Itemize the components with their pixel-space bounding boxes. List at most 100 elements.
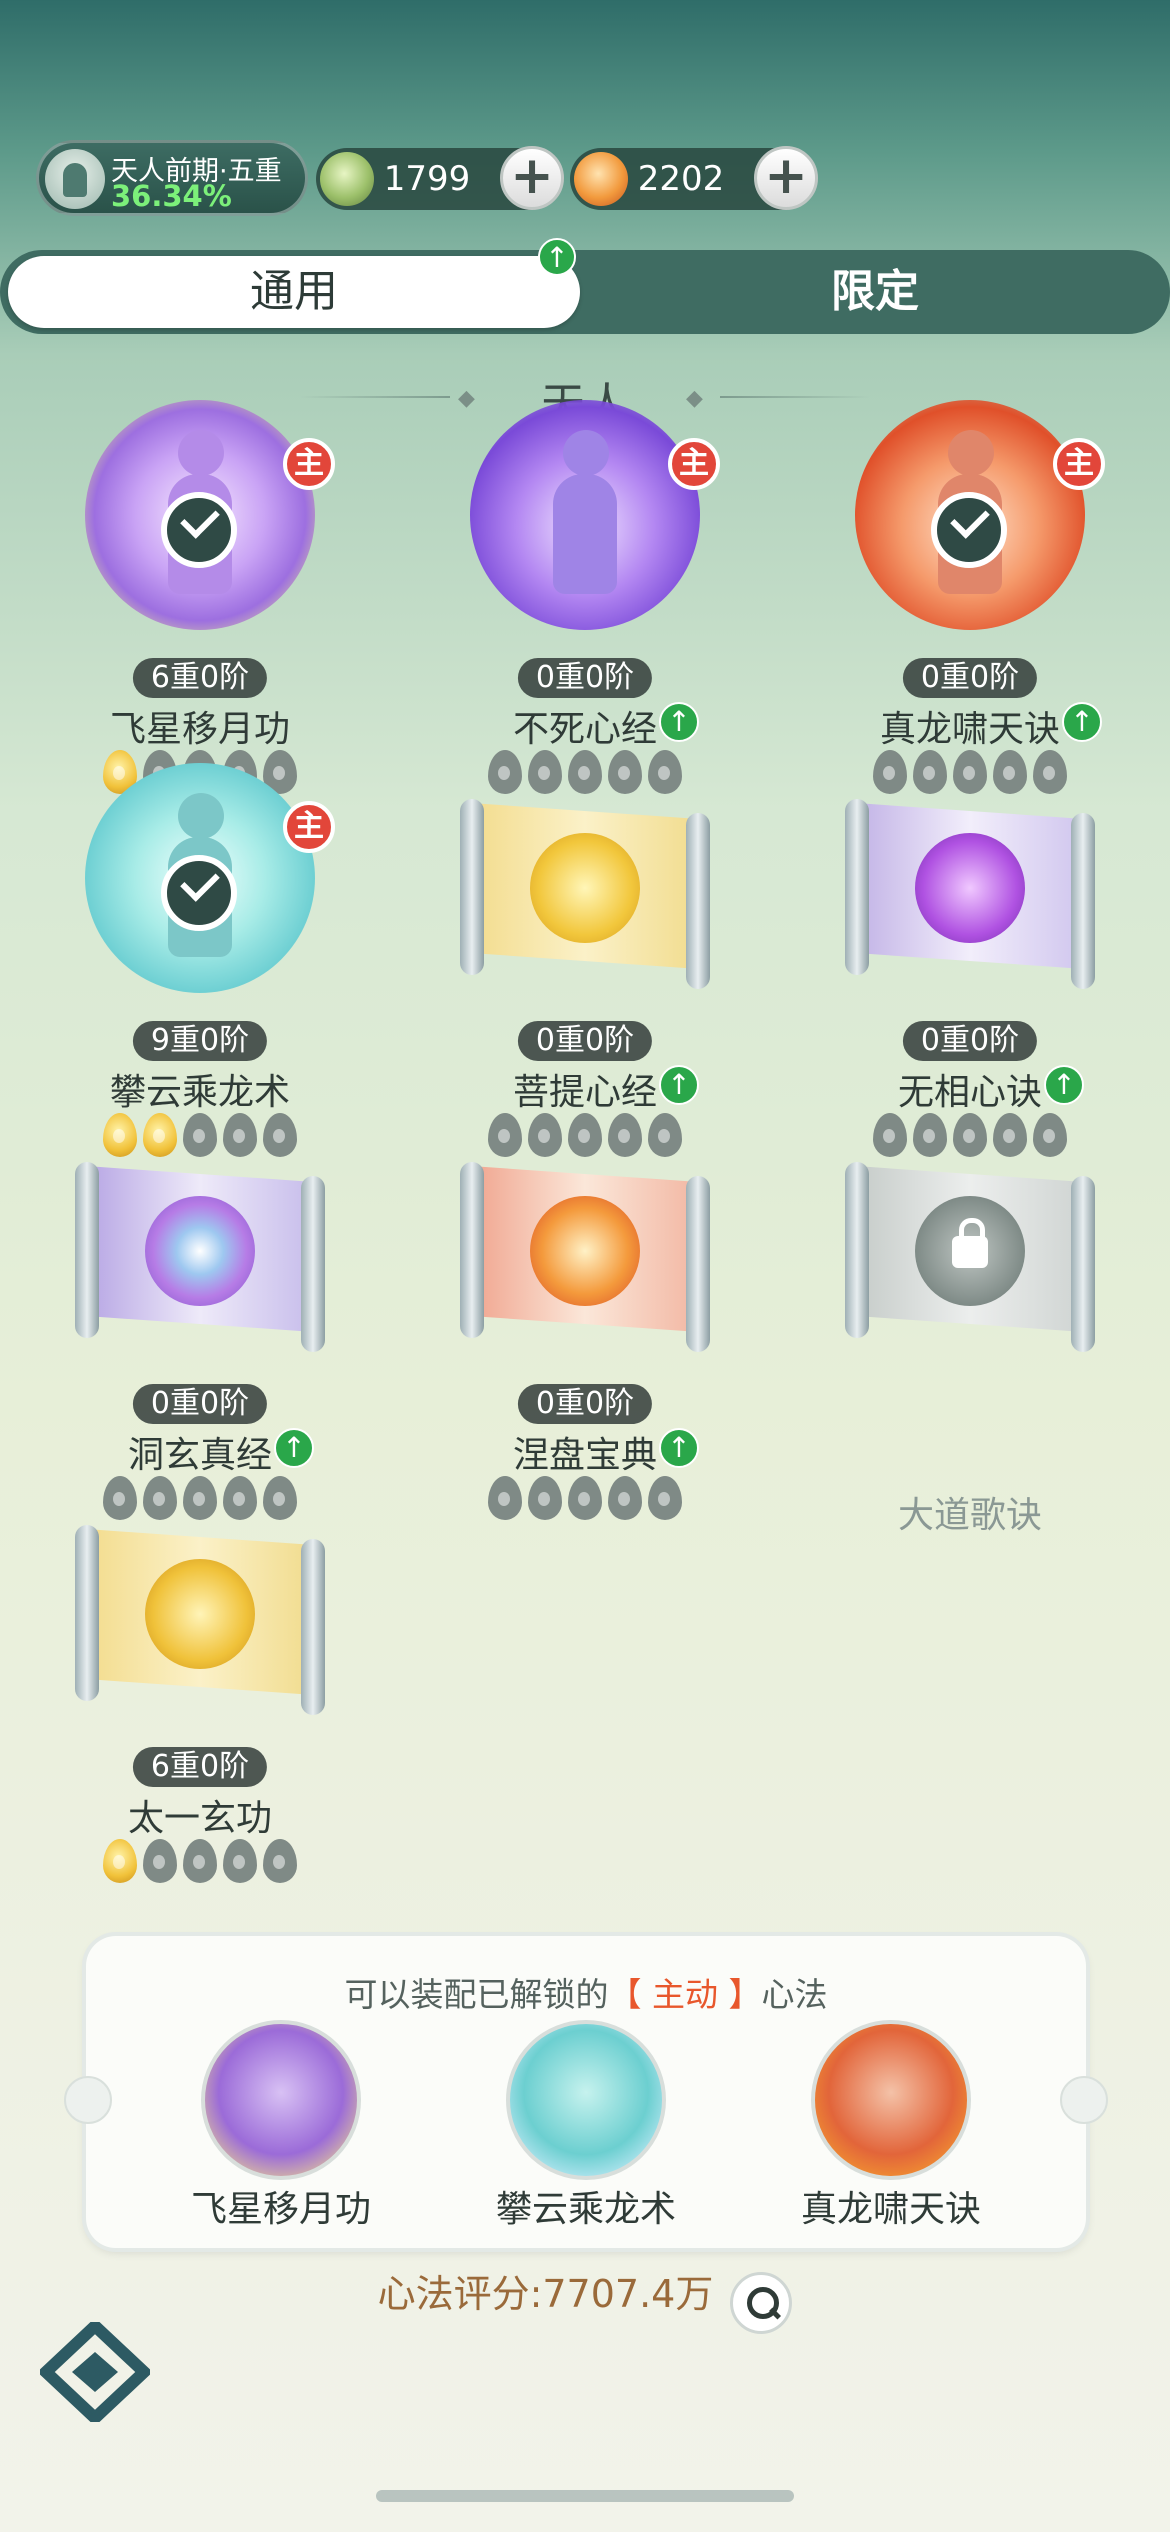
menu-logo-icon[interactable] (40, 2322, 150, 2422)
main-skill-badge: 主 (668, 438, 720, 490)
spirit-stone-value: 1799 (383, 159, 471, 199)
flame-unlit-icon (528, 1476, 562, 1520)
add-spirit-stone-button[interactable]: + (500, 146, 564, 210)
resource-spirit-stone: 1799 + (316, 146, 564, 210)
star-rating (100, 1839, 300, 1889)
skill-art (450, 1126, 720, 1376)
scroll-icon (835, 1156, 1105, 1352)
upgrade-arrow-icon: ↑ (274, 1428, 314, 1468)
skill-card[interactable]: 0重0阶菩提心经 ↑ (405, 763, 765, 1157)
score-row: 心法评分:7707.4万 (0, 2264, 1170, 2334)
spirit-stone-icon (320, 152, 374, 206)
skill-card[interactable]: 主 0重0阶 真龙啸天诀 ↑ (790, 400, 1150, 794)
lock-icon (952, 1218, 988, 1268)
upgrade-arrow-icon: ↑ (659, 1065, 699, 1105)
skill-level: 0重0阶 (517, 1384, 653, 1424)
skill-card[interactable]: 6重0阶 太一玄功 (20, 1489, 380, 1883)
tab-general[interactable]: 通用 (8, 256, 580, 328)
skill-level: 0重0阶 (517, 1021, 653, 1061)
skill-name: 大道歌诀 (897, 1495, 1042, 1536)
skill-portrait-icon (506, 2020, 666, 2180)
skill-name: 涅盘宝典 (512, 1435, 657, 1476)
skill-name: 不死心经 (512, 709, 657, 750)
upgrade-arrow-icon: ↑ (1044, 1065, 1084, 1105)
skill-name: 菩提心经 (512, 1072, 657, 1113)
search-icon[interactable] (730, 2271, 793, 2334)
tab-bar: 通用 限定 (0, 250, 1170, 334)
equip-slot-3[interactable]: 真龙啸天诀 (776, 2020, 1006, 2232)
skill-name: 攀云乘龙术 (109, 1072, 290, 1113)
add-fire-essence-button[interactable]: + (754, 146, 818, 210)
main-skill-badge: 主 (283, 438, 335, 490)
skill-card[interactable]: 0重0阶涅盘宝典 ↑ (405, 1126, 765, 1520)
skill-score: 心法评分:7707.4万 (377, 2272, 714, 2316)
skill-card[interactable]: 主 9重0阶攀云乘龙术 (20, 763, 380, 1157)
skill-card[interactable]: 主 0重0阶不死心经 ↑ (405, 400, 765, 794)
scroll-icon (835, 793, 1105, 989)
skill-card[interactable]: 0重0阶无相心诀 ↑ (790, 763, 1150, 1157)
flame-unlit-icon (568, 1476, 602, 1520)
equip-panel: 可以装配已解锁的【 主动 】心法 飞星移月功 攀云乘龙术 真龙啸天诀 (64, 1936, 1108, 2248)
skill-art (835, 1126, 1105, 1376)
flame-lit-icon (103, 1839, 137, 1883)
upgrade-arrow-icon: ↑ (659, 1428, 699, 1468)
skill-level: 9重0阶 (132, 1021, 268, 1061)
star-rating (485, 1476, 685, 1526)
flame-unlit-icon (263, 1839, 297, 1883)
scroll-icon (65, 1519, 335, 1715)
realm-status[interactable]: 天人前期·五重 36.34% (36, 140, 308, 216)
main-skill-badge: 主 (1053, 438, 1105, 490)
flame-unlit-icon (143, 1839, 177, 1883)
equip-hint-suffix: 心法 (761, 1975, 828, 2014)
fire-essence-value: 2202 (637, 159, 725, 199)
scroll-icon (450, 1156, 720, 1352)
skill-card[interactable]: 0重0阶洞玄真经 ↑ (20, 1126, 380, 1520)
skill-level: 6重0阶 (132, 1747, 268, 1787)
skill-name: 飞星移月功 (109, 709, 290, 750)
flame-unlit-icon (223, 1839, 257, 1883)
resource-fire-essence: 2202 + (570, 146, 818, 210)
skill-art (835, 763, 1105, 1013)
skill-art (65, 1489, 335, 1739)
equip-slot-label: 攀云乘龙术 (495, 2189, 676, 2230)
main-skill-badge: 主 (283, 801, 335, 853)
equipped-check-icon (161, 492, 237, 568)
skill-level: 6重0阶 (132, 658, 268, 698)
character-figure-icon (545, 430, 625, 600)
skill-level: 0重0阶 (902, 1021, 1038, 1061)
equip-slot-1[interactable]: 飞星移月功 (166, 2020, 396, 2232)
player-avatar-icon (45, 149, 105, 209)
upgrade-arrow-icon: ↑ (1062, 702, 1102, 742)
skill-level: 0重0阶 (517, 658, 653, 698)
skill-portrait-icon (201, 2020, 361, 2180)
flame-unlit-icon (488, 1476, 522, 1520)
equipped-check-icon (931, 492, 1007, 568)
tab-limited[interactable]: 限定 (590, 256, 1160, 328)
equip-slot-label: 真龙啸天诀 (800, 2189, 981, 2230)
equip-hint-highlight: 【 主动 】 (608, 1975, 762, 2014)
flame-unlit-icon (183, 1839, 217, 1883)
equip-hint: 可以装配已解锁的【 主动 】心法 (86, 1968, 1086, 2016)
equip-slot-label: 飞星移月功 (190, 2189, 371, 2230)
skill-art: 主 (450, 400, 720, 650)
flame-unlit-icon (608, 1476, 642, 1520)
skill-name: 无相心诀 (897, 1072, 1042, 1113)
fire-essence-icon (574, 152, 628, 206)
skill-level: 0重0阶 (132, 1384, 268, 1424)
realm-progress: 36.34% (111, 179, 232, 213)
flame-unlit-icon (648, 1476, 682, 1520)
equip-slot-2[interactable]: 攀云乘龙术 (471, 2020, 701, 2232)
upgrade-arrow-icon: ↑ (659, 702, 699, 742)
home-indicator (376, 2490, 794, 2502)
skill-level: 0重0阶 (902, 658, 1038, 698)
skill-name: 洞玄真经 (127, 1435, 272, 1476)
skill-art: 主 (65, 763, 335, 1013)
scroll-icon (65, 1156, 335, 1352)
diamond-icon (64, 2076, 112, 2124)
diamond-icon (1060, 2076, 1108, 2124)
skill-card[interactable]: 主 6重0阶飞星移月功 (20, 400, 380, 794)
scroll-icon (450, 793, 720, 989)
skill-art (450, 763, 720, 1013)
skill-art: 主 (835, 400, 1105, 650)
skill-card[interactable]: 大道歌诀 (790, 1126, 1150, 1536)
